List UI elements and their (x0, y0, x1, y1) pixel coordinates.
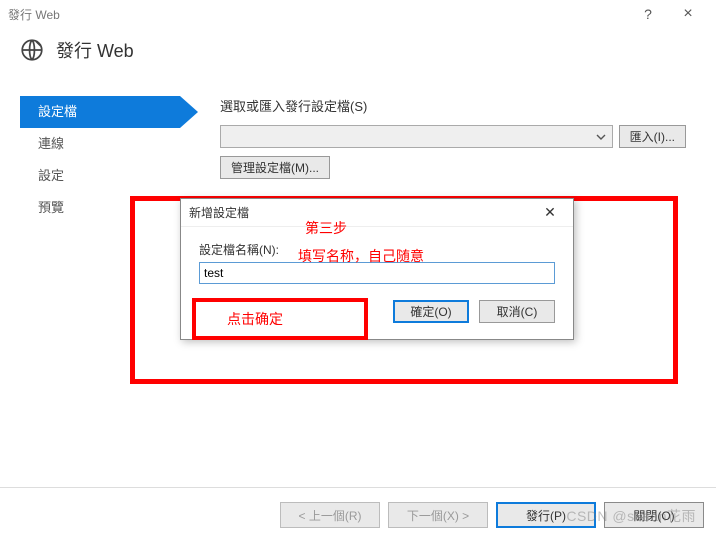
button-label: 發行(P) (526, 507, 566, 524)
new-profile-dialog: 新增設定檔 ✕ 設定檔名稱(N): 確定(O) 取消(C) (180, 198, 574, 340)
window-titlebar: 發行 Web ? × (0, 0, 716, 28)
wizard-sidebar: 設定檔 連線 設定 預覽 (20, 82, 180, 224)
next-button[interactable]: 下一個(X) > (388, 502, 488, 528)
window-title: 發行 Web (8, 6, 60, 23)
import-button[interactable]: 匯入(I)... (619, 125, 686, 148)
page-title: 發行 Web (56, 37, 134, 63)
chevron-down-icon (593, 128, 609, 145)
profile-name-input[interactable] (199, 262, 555, 284)
button-label: 匯入(I)... (630, 128, 675, 145)
profile-name-label: 設定檔名稱(N): (199, 241, 555, 258)
manage-profiles-button[interactable]: 管理設定檔(M)... (220, 156, 330, 179)
cancel-button[interactable]: 取消(C) (479, 300, 555, 323)
window-close-icon[interactable]: × (668, 5, 708, 23)
page-header: 發行 Web (0, 28, 716, 82)
dialog-title: 新增設定檔 (189, 204, 249, 221)
help-icon[interactable]: ? (628, 6, 668, 22)
button-label: 取消(C) (497, 303, 538, 320)
sidebar-item-connection[interactable]: 連線 (20, 128, 180, 160)
sidebar-item-preview[interactable]: 預覽 (20, 192, 180, 224)
sidebar-item-label: 連線 (38, 136, 64, 151)
select-profile-label: 選取或匯入發行設定檔(S) (220, 96, 367, 115)
footer-divider (0, 487, 716, 488)
sidebar-item-profile[interactable]: 設定檔 (20, 96, 180, 128)
profile-combobox[interactable] (220, 125, 613, 148)
globe-icon (18, 36, 46, 64)
ok-button[interactable]: 確定(O) (393, 300, 469, 323)
sidebar-item-label: 設定 (38, 168, 64, 183)
sidebar-item-label: 設定檔 (38, 104, 77, 119)
close-button[interactable]: 關閉(O) (604, 502, 704, 528)
button-label: 確定(O) (410, 303, 451, 320)
button-label: 關閉(O) (633, 507, 674, 524)
button-label: < 上一個(R) (298, 507, 361, 524)
button-label: 管理設定檔(M)... (231, 159, 319, 176)
wizard-footer: < 上一個(R) 下一個(X) > 發行(P) 關閉(O) (280, 502, 704, 528)
sidebar-item-settings[interactable]: 設定 (20, 160, 180, 192)
dialog-titlebar: 新增設定檔 ✕ (181, 199, 573, 227)
prev-button[interactable]: < 上一個(R) (280, 502, 380, 528)
sidebar-item-label: 預覽 (38, 200, 64, 215)
dialog-close-icon[interactable]: ✕ (535, 201, 565, 225)
button-label: 下一個(X) > (407, 507, 469, 524)
publish-button[interactable]: 發行(P) (496, 502, 596, 528)
